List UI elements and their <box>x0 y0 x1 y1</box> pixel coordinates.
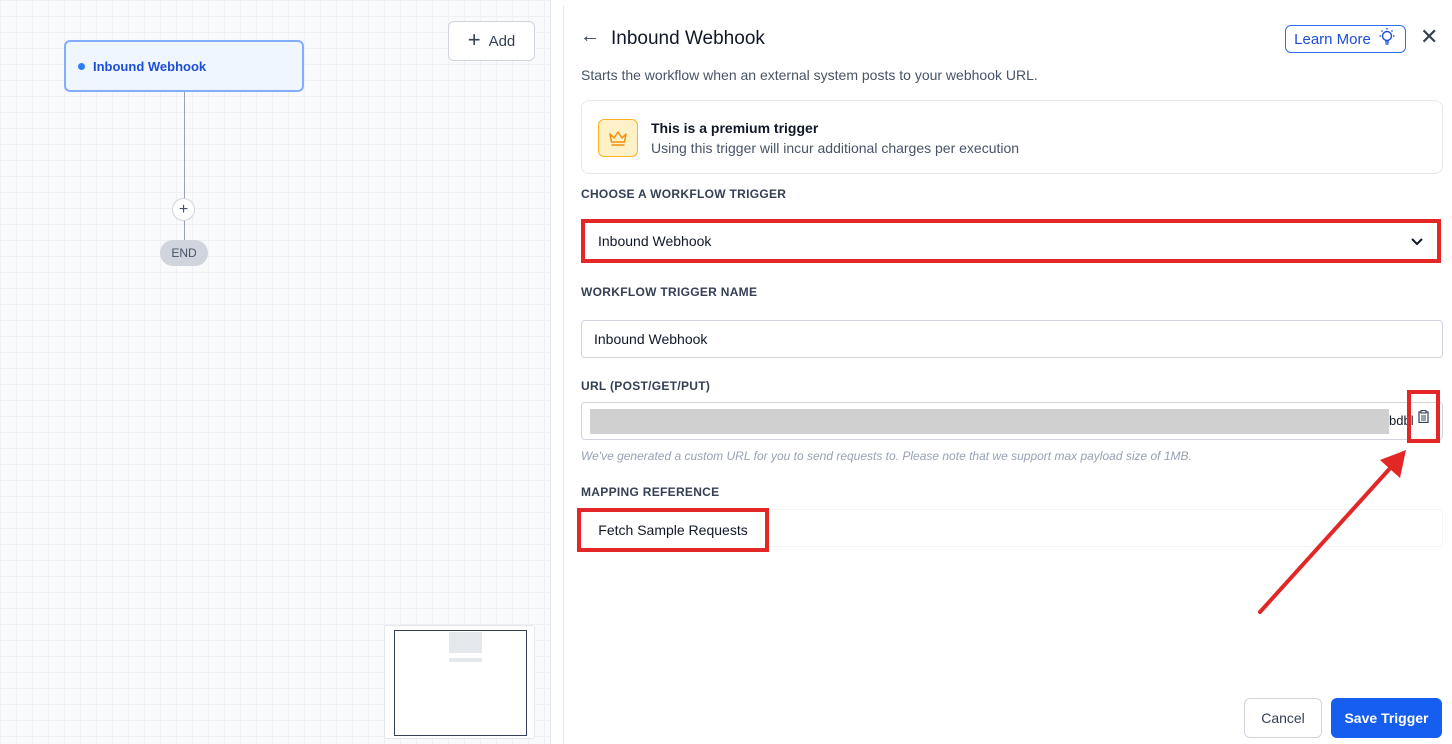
trigger-settings-panel: ← Inbound Webhook Learn More ✕ Starts th… <box>563 6 1452 744</box>
add-button[interactable]: + Add <box>448 21 535 61</box>
add-button-label: Add <box>488 32 516 50</box>
panel-title: Inbound Webhook <box>611 28 765 49</box>
trigger-node[interactable]: Inbound Webhook <box>64 40 304 92</box>
learn-more-button[interactable]: Learn More <box>1285 25 1406 53</box>
copy-url-button[interactable] <box>1407 390 1440 443</box>
save-button-label: Save Trigger <box>1344 710 1429 726</box>
lightbulb-icon <box>1377 27 1397 51</box>
trigger-select[interactable]: Inbound Webhook <box>581 219 1441 263</box>
url-helper-text: We've generated a custom URL for you to … <box>581 449 1192 463</box>
clipboard-icon <box>1418 410 1429 428</box>
trigger-name-label: WORKFLOW TRIGGER NAME <box>581 285 758 299</box>
save-trigger-button[interactable]: Save Trigger <box>1331 698 1442 738</box>
premium-trigger-notice: This is a premium trigger Using this tri… <box>581 100 1443 174</box>
minimap-node <box>449 632 482 653</box>
status-dot-icon <box>78 62 85 70</box>
url-label: URL (POST/GET/PUT) <box>581 379 711 393</box>
cancel-button-label: Cancel <box>1261 710 1305 726</box>
panel-description: Starts the workflow when an external sys… <box>581 67 1038 83</box>
url-redacted <box>590 409 1389 434</box>
minimap[interactable] <box>384 625 535 739</box>
close-icon[interactable]: ✕ <box>1420 26 1438 48</box>
webhook-url-field[interactable]: bdbl <box>581 402 1443 440</box>
premium-title: This is a premium trigger <box>651 120 819 136</box>
cancel-button[interactable]: Cancel <box>1244 698 1322 738</box>
workflow-canvas[interactable]: + Add Inbound Webhook + END <box>0 0 551 744</box>
add-step-icon[interactable]: + <box>172 198 195 221</box>
minimap-bar <box>449 658 482 662</box>
chevron-down-icon <box>1411 233 1423 249</box>
fetch-button-label: Fetch Sample Requests <box>598 522 748 538</box>
trigger-select-value: Inbound Webhook <box>598 233 712 249</box>
fetch-sample-requests-button[interactable]: Fetch Sample Requests <box>577 508 769 552</box>
learn-more-label: Learn More <box>1294 30 1371 48</box>
trigger-node-label: Inbound Webhook <box>93 58 207 74</box>
end-node: END <box>160 240 208 266</box>
back-arrow-icon[interactable]: ← <box>580 26 600 46</box>
choose-trigger-label: CHOOSE A WORKFLOW TRIGGER <box>581 187 787 201</box>
premium-subtitle: Using this trigger will incur additional… <box>651 140 1020 156</box>
plus-icon: + <box>467 27 481 52</box>
mapping-reference-label: MAPPING REFERENCE <box>581 485 720 499</box>
trigger-name-input[interactable] <box>581 320 1443 358</box>
crown-icon <box>598 119 638 157</box>
